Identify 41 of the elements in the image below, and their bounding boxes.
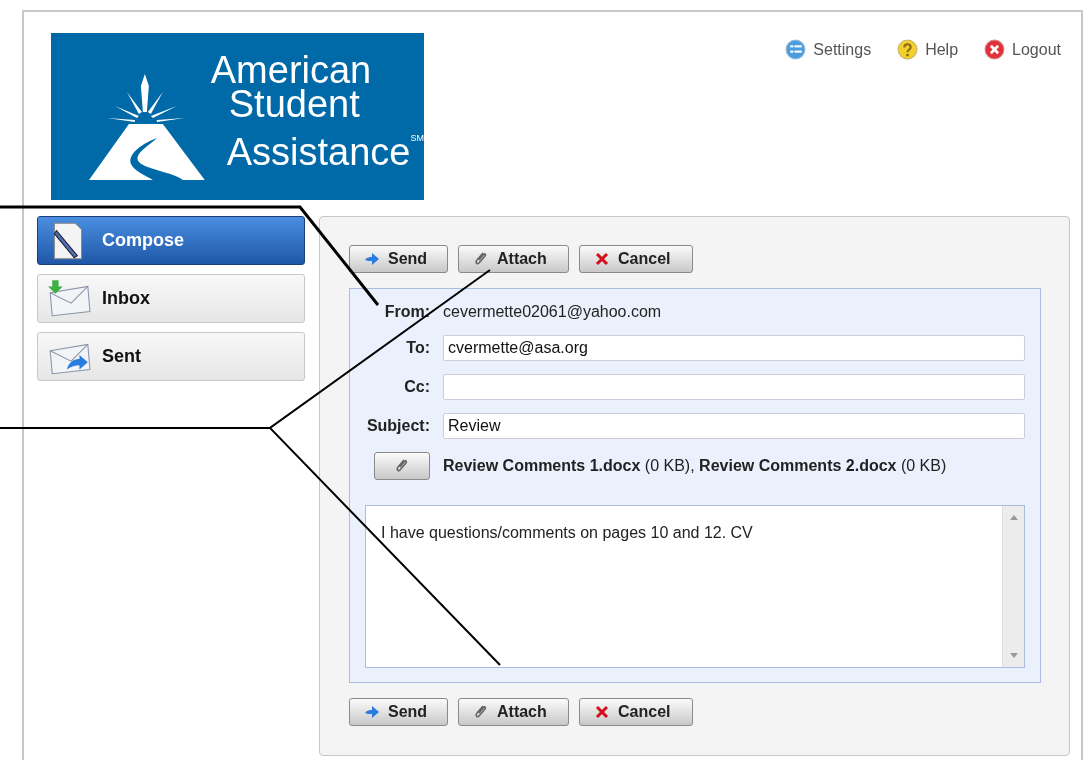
field-label: To: [405,339,430,357]
settings-icon [785,39,807,60]
from-address: cevermette02061@yahoo.com [443,303,662,321]
cancel-button[interactable]: Cancel [579,245,693,273]
nav-item[interactable]: Compose [37,216,305,265]
top-link[interactable]: Logout [984,39,1061,60]
paperclip-icon [473,251,489,267]
scroll-down-icon[interactable] [1008,653,1019,659]
close-icon [594,251,610,267]
scrollbar[interactable] [1002,506,1024,667]
field-label: Cc: [403,378,430,396]
logo-text: Assistance$^{SM}$ [226,129,424,169]
logo-text: American [210,52,373,87]
send-button[interactable]: Send [349,245,448,273]
nav-item[interactable]: Inbox [37,274,305,323]
envelope-icon [46,279,92,318]
logo-text: Student [228,86,360,121]
arrow-icon [364,251,380,267]
attachment-list: Review Comments 1.docx (0 KB), Review Comments 2.docx (0 KB) [443,457,947,475]
send-button[interactable]: Send [349,698,448,726]
attach-button[interactable]: Attach [458,698,569,726]
input-field[interactable] [443,374,1025,400]
message-text: I have questions/comments on pages 10 and 12. CV [381,524,753,541]
close-icon [594,704,610,720]
cancel-button[interactable]: Cancel [579,698,693,726]
attach-button[interactable] [374,452,430,480]
message-body[interactable]: I have questions/comments on pages 10 and 12. CV [365,505,1025,668]
input-field[interactable]: cvermette@asa.org [443,335,1025,361]
paperclip-icon [394,458,410,474]
paperclip-icon [473,704,489,720]
field-label: Subject: [365,417,430,435]
arrow-icon [364,704,380,720]
input-field[interactable]: Review [443,413,1025,439]
top-link[interactable]: Settings [785,39,872,60]
close-icon [984,39,1006,60]
nav-item[interactable]: Sent [37,332,305,381]
top-link[interactable]: Help [897,39,959,60]
scroll-up-icon[interactable] [1008,514,1019,520]
from-label: From: [383,303,430,321]
help-icon [897,39,919,60]
attach-button[interactable]: Attach [458,245,569,273]
